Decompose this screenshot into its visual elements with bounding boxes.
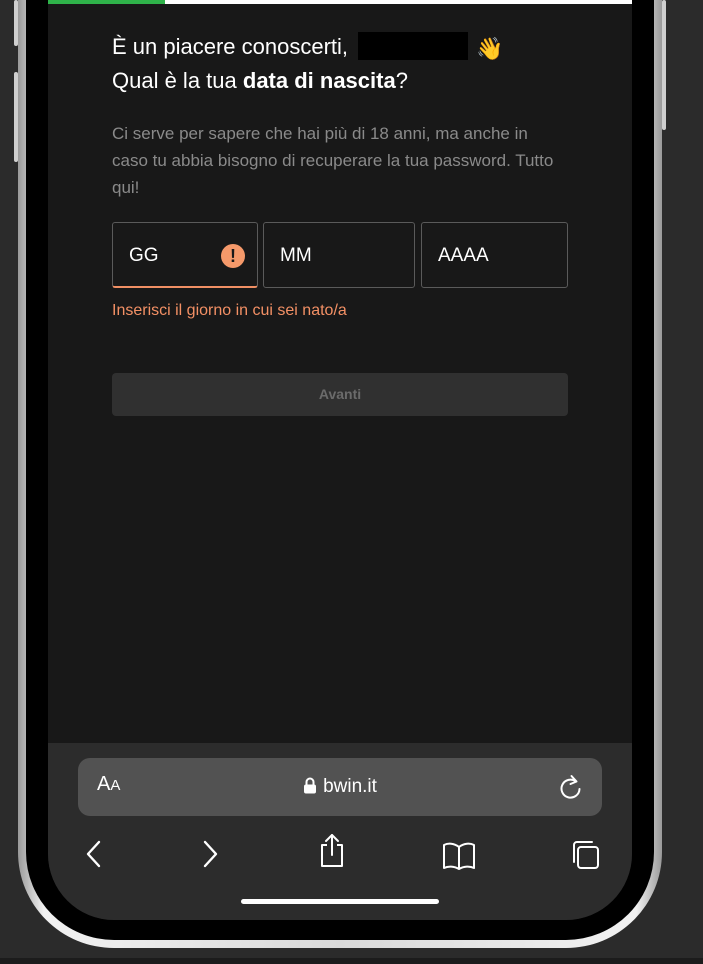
share-icon[interactable] xyxy=(317,832,347,870)
phone-side-button-right xyxy=(662,0,666,130)
day-error-message: Inserisci il giorno in cui sei nato/a xyxy=(112,302,347,319)
month-input[interactable]: MM xyxy=(263,222,415,288)
day-placeholder: GG xyxy=(129,245,159,266)
year-input[interactable]: AAAA xyxy=(421,222,568,288)
forward-icon[interactable] xyxy=(200,838,220,870)
question-suffix: ? xyxy=(395,68,408,93)
progress-bar-fill xyxy=(48,0,165,4)
question-bold: data di nascita xyxy=(242,68,396,93)
subtitle-text: Ci serve per sapere che hai più di 18 an… xyxy=(112,124,554,197)
year-placeholder: AAAA xyxy=(438,245,489,266)
question-prefix: Qual è la tua xyxy=(112,68,243,93)
back-icon[interactable] xyxy=(84,838,104,870)
tabs-icon[interactable] xyxy=(568,838,602,872)
home-indicator xyxy=(241,899,439,904)
url-display[interactable]: bwin.it xyxy=(78,776,602,798)
bottom-strip xyxy=(0,958,703,964)
phone-screen: È un piacere conoscerti, 👋 Qual è la tua… xyxy=(48,0,632,920)
browser-toolbar: AA bwin.it xyxy=(48,743,632,920)
lock-icon xyxy=(304,777,317,794)
waving-hand-icon: 👋 xyxy=(476,36,504,61)
error-icon: ! xyxy=(221,244,245,268)
address-bar[interactable]: AA bwin.it xyxy=(78,758,602,816)
url-text: bwin.it xyxy=(323,776,377,797)
greeting-text: È un piacere conoscerti, xyxy=(112,34,349,59)
day-input[interactable]: GG ! xyxy=(112,222,258,288)
reload-icon[interactable] xyxy=(558,773,584,801)
progress-bar xyxy=(48,0,632,4)
next-button[interactable]: Avanti xyxy=(112,373,568,416)
greeting-heading: È un piacere conoscerti, 👋 xyxy=(112,32,504,62)
bookmarks-icon[interactable] xyxy=(441,841,477,871)
month-placeholder: MM xyxy=(280,245,312,266)
birthdate-question: Qual è la tua data di nascita? xyxy=(112,68,408,94)
redacted-name xyxy=(358,32,469,60)
